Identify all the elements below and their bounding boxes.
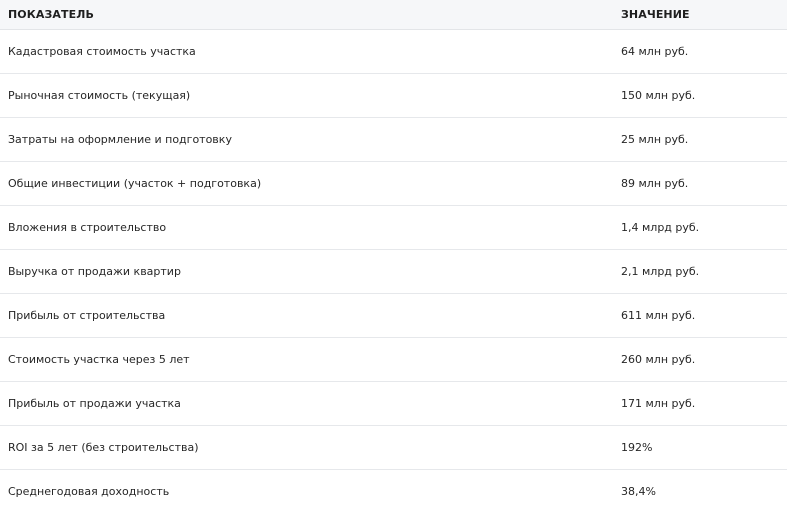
- table-row: Вложения в строительство 1,4 млрд руб.: [0, 206, 787, 250]
- table-row: Стоимость участка через 5 лет 260 млн ру…: [0, 338, 787, 382]
- table-row: Затраты на оформление и подготовку 25 мл…: [0, 118, 787, 162]
- cell-value: 64 млн руб.: [613, 30, 787, 74]
- table-row: Выручка от продажи квартир 2,1 млрд руб.: [0, 250, 787, 294]
- cell-value: 260 млн руб.: [613, 338, 787, 382]
- cell-indicator: Затраты на оформление и подготовку: [0, 118, 613, 162]
- cell-indicator: Прибыль от строительства: [0, 294, 613, 338]
- table-row: Прибыль от строительства 611 млн руб.: [0, 294, 787, 338]
- cell-indicator: Выручка от продажи квартир: [0, 250, 613, 294]
- cell-value: 89 млн руб.: [613, 162, 787, 206]
- table-row: Общие инвестиции (участок + подготовка) …: [0, 162, 787, 206]
- table-header-row: ПОКАЗАТЕЛЬ ЗНАЧЕНИЕ: [0, 0, 787, 30]
- column-header-indicator: ПОКАЗАТЕЛЬ: [0, 0, 613, 30]
- table-row: Кадастровая стоимость участка 64 млн руб…: [0, 30, 787, 74]
- cell-indicator: Прибыль от продажи участка: [0, 382, 613, 426]
- cell-indicator: Стоимость участка через 5 лет: [0, 338, 613, 382]
- cell-value: 192%: [613, 426, 787, 470]
- cell-value: 150 млн руб.: [613, 74, 787, 118]
- table-row: Рыночная стоимость (текущая) 150 млн руб…: [0, 74, 787, 118]
- table-row: ROI за 5 лет (без строительства) 192%: [0, 426, 787, 470]
- cell-value: 25 млн руб.: [613, 118, 787, 162]
- table-body: Кадастровая стоимость участка 64 млн руб…: [0, 30, 787, 513]
- table-row: Прибыль от продажи участка 171 млн руб.: [0, 382, 787, 426]
- cell-indicator: Кадастровая стоимость участка: [0, 30, 613, 74]
- cell-indicator: Рыночная стоимость (текущая): [0, 74, 613, 118]
- cell-value: 38,4%: [613, 470, 787, 513]
- cell-indicator: Общие инвестиции (участок + подготовка): [0, 162, 613, 206]
- cell-indicator: Вложения в строительство: [0, 206, 613, 250]
- cell-value: 1,4 млрд руб.: [613, 206, 787, 250]
- cell-indicator: ROI за 5 лет (без строительства): [0, 426, 613, 470]
- cell-value: 2,1 млрд руб.: [613, 250, 787, 294]
- indicators-table: ПОКАЗАТЕЛЬ ЗНАЧЕНИЕ Кадастровая стоимост…: [0, 0, 787, 513]
- cell-value: 611 млн руб.: [613, 294, 787, 338]
- column-header-value: ЗНАЧЕНИЕ: [613, 0, 787, 30]
- cell-value: 171 млн руб.: [613, 382, 787, 426]
- table-row: Среднегодовая доходность 38,4%: [0, 470, 787, 513]
- cell-indicator: Среднегодовая доходность: [0, 470, 613, 513]
- table-header: ПОКАЗАТЕЛЬ ЗНАЧЕНИЕ: [0, 0, 787, 30]
